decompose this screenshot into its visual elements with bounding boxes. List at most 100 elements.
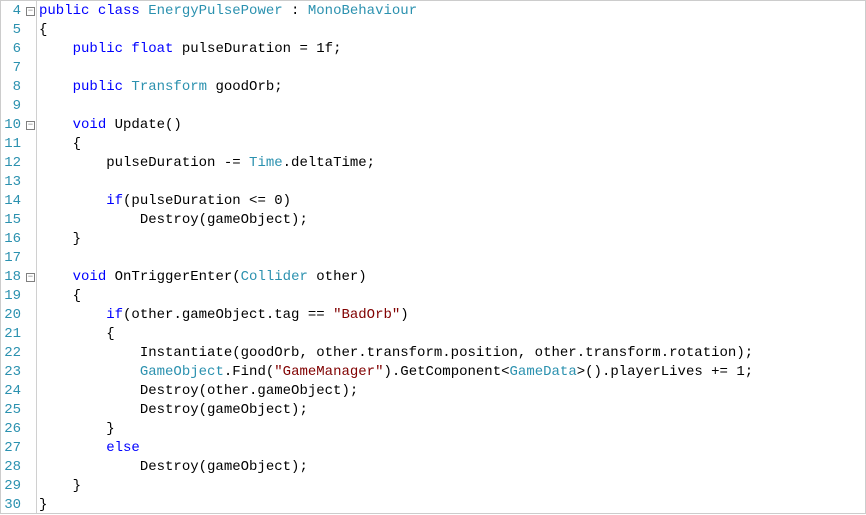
code-line[interactable]: }: [39, 496, 753, 515]
code-line[interactable]: public Transform goodOrb;: [39, 78, 753, 97]
code-line[interactable]: public class EnergyPulsePower : MonoBeha…: [39, 2, 753, 21]
line-number: 18: [1, 268, 21, 287]
line-number: 30: [1, 496, 21, 515]
fold-spacer: [25, 439, 36, 458]
fold-toggle-icon[interactable]: −: [25, 268, 36, 287]
line-number: 14: [1, 192, 21, 211]
code-line[interactable]: }: [39, 420, 753, 439]
code-line[interactable]: else: [39, 439, 753, 458]
fold-spacer: [25, 97, 36, 116]
token-kw: else: [106, 440, 140, 456]
token-txt: [39, 364, 140, 380]
line-number: 20: [1, 306, 21, 325]
token-txt: ): [400, 307, 408, 323]
line-number: 7: [1, 59, 21, 78]
code-line[interactable]: pulseDuration -= Time.deltaTime;: [39, 154, 753, 173]
line-number: 17: [1, 249, 21, 268]
token-kw: if: [106, 193, 123, 209]
code-line[interactable]: [39, 173, 753, 192]
token-txt: Destroy(gameObject);: [39, 459, 308, 475]
code-line[interactable]: [39, 249, 753, 268]
code-line[interactable]: [39, 97, 753, 116]
token-txt: [39, 117, 73, 133]
code-line[interactable]: Destroy(other.gameObject);: [39, 382, 753, 401]
token-txt: pulseDuration -=: [39, 155, 249, 171]
token-txt: {: [39, 326, 115, 342]
code-line[interactable]: public float pulseDuration = 1f;: [39, 40, 753, 59]
token-type: Collider: [241, 269, 308, 285]
code-line[interactable]: Instantiate(goodOrb, other.transform.pos…: [39, 344, 753, 363]
code-line[interactable]: [39, 59, 753, 78]
token-txt: Update(): [115, 117, 182, 133]
code-editor[interactable]: 4567891011121314151617181920212223242526…: [1, 1, 865, 513]
token-txt: }: [39, 421, 115, 437]
fold-spacer: [25, 401, 36, 420]
code-line[interactable]: Destroy(gameObject);: [39, 401, 753, 420]
token-txt: OnTriggerEnter(: [115, 269, 241, 285]
code-line[interactable]: {: [39, 135, 753, 154]
code-line[interactable]: }: [39, 477, 753, 496]
line-number: 12: [1, 154, 21, 173]
token-type: GameData: [510, 364, 577, 380]
token-kw: public: [73, 79, 132, 95]
token-type: EnergyPulsePower: [148, 3, 282, 19]
fold-spacer: [25, 477, 36, 496]
token-type: Time: [249, 155, 283, 171]
token-txt: (pulseDuration <= 0): [123, 193, 291, 209]
token-kw: float: [131, 41, 181, 57]
token-str: "BadOrb": [333, 307, 400, 323]
token-txt: {: [39, 136, 81, 152]
code-line[interactable]: if(other.gameObject.tag == "BadOrb"): [39, 306, 753, 325]
token-txt: .Find(: [224, 364, 274, 380]
code-line[interactable]: {: [39, 287, 753, 306]
line-number: 11: [1, 135, 21, 154]
token-txt: [39, 193, 106, 209]
fold-spacer: [25, 420, 36, 439]
token-kw: public: [73, 41, 132, 57]
line-number: 22: [1, 344, 21, 363]
code-area[interactable]: public class EnergyPulsePower : MonoBeha…: [37, 1, 753, 513]
line-number: 8: [1, 78, 21, 97]
fold-spacer: [25, 249, 36, 268]
token-txt: Destroy(gameObject);: [39, 212, 308, 228]
token-txt: Destroy(other.gameObject);: [39, 383, 358, 399]
line-number: 19: [1, 287, 21, 306]
fold-spacer: [25, 135, 36, 154]
fold-spacer: [25, 40, 36, 59]
code-line[interactable]: Destroy(gameObject);: [39, 458, 753, 477]
token-kw: void: [73, 117, 115, 133]
token-txt: [39, 41, 73, 57]
token-txt: }: [39, 478, 81, 494]
code-line[interactable]: {: [39, 325, 753, 344]
line-number: 23: [1, 363, 21, 382]
code-line[interactable]: if(pulseDuration <= 0): [39, 192, 753, 211]
code-line[interactable]: Destroy(gameObject);: [39, 211, 753, 230]
code-line[interactable]: {: [39, 21, 753, 40]
code-line[interactable]: void OnTriggerEnter(Collider other): [39, 268, 753, 287]
code-line[interactable]: void Update(): [39, 116, 753, 135]
fold-spacer: [25, 230, 36, 249]
line-number: 29: [1, 477, 21, 496]
line-number: 25: [1, 401, 21, 420]
token-txt: (other.gameObject.tag ==: [123, 307, 333, 323]
fold-gutter: − − −: [25, 1, 37, 513]
token-kw: void: [73, 269, 115, 285]
token-txt: [39, 269, 73, 285]
token-txt: [39, 307, 106, 323]
fold-spacer: [25, 287, 36, 306]
line-number: 6: [1, 40, 21, 59]
code-line[interactable]: GameObject.Find("GameManager").GetCompon…: [39, 363, 753, 382]
token-txt: goodOrb;: [207, 79, 283, 95]
token-txt: Destroy(gameObject);: [39, 402, 308, 418]
fold-spacer: [25, 306, 36, 325]
line-number: 16: [1, 230, 21, 249]
token-txt: ).GetComponent<: [383, 364, 509, 380]
fold-toggle-icon[interactable]: −: [25, 116, 36, 135]
token-kw: class: [98, 3, 148, 19]
fold-spacer: [25, 211, 36, 230]
fold-spacer: [25, 382, 36, 401]
code-line[interactable]: }: [39, 230, 753, 249]
token-type: GameObject: [140, 364, 224, 380]
fold-toggle-icon[interactable]: −: [25, 2, 36, 21]
token-txt: Instantiate(goodOrb, other.transform.pos…: [39, 345, 753, 361]
